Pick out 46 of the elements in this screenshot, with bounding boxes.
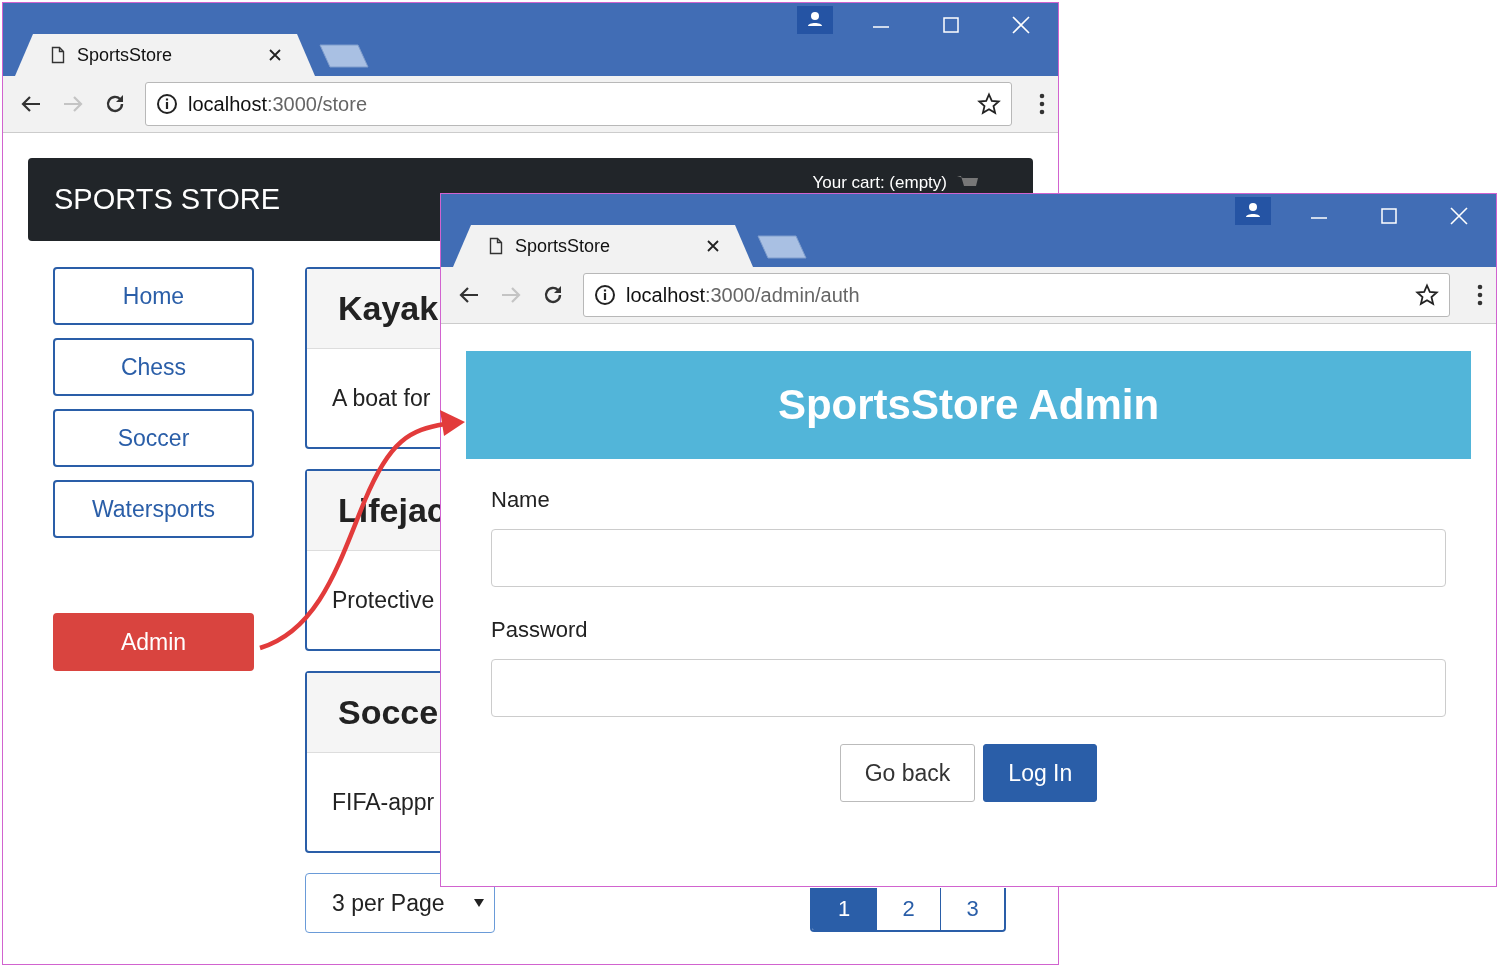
menu-icon[interactable] xyxy=(1038,92,1046,116)
category-button[interactable]: Soccer xyxy=(53,409,254,467)
profile-icon[interactable] xyxy=(797,6,833,34)
category-button[interactable]: Admin xyxy=(53,613,254,671)
new-tab-button[interactable] xyxy=(319,44,369,68)
form-button[interactable]: Log In xyxy=(983,744,1098,802)
product-description: A boat for xyxy=(332,384,431,412)
cart-summary: Your cart: (empty) xyxy=(812,173,947,193)
dropdown-icon xyxy=(474,899,484,907)
browser-tab[interactable]: SportsStore xyxy=(15,34,315,76)
address-bar[interactable]: localhost:3000/store xyxy=(145,82,1012,126)
page-button[interactable]: 3 xyxy=(940,888,1004,930)
category-button[interactable]: Home xyxy=(53,267,254,325)
menu-icon[interactable] xyxy=(1476,283,1484,307)
maximize-icon[interactable] xyxy=(941,15,961,35)
tab-title: SportsStore xyxy=(77,44,174,66)
page-button[interactable]: 1 xyxy=(812,888,876,930)
url-text: localhost:3000/store xyxy=(188,92,367,116)
page-icon xyxy=(489,237,503,255)
profile-icon[interactable] xyxy=(1235,197,1271,225)
field-label: Password xyxy=(491,617,589,643)
product-name: Kayak xyxy=(338,289,439,328)
category-button[interactable]: Chess xyxy=(53,338,254,396)
category-button[interactable]: Watersports xyxy=(53,480,254,538)
url-text: localhost:3000/admin/auth xyxy=(626,283,860,307)
address-bar[interactable]: localhost:3000/admin/auth xyxy=(583,273,1450,317)
star-icon[interactable] xyxy=(977,92,1001,116)
close-icon[interactable] xyxy=(269,49,281,61)
info-icon[interactable] xyxy=(594,284,616,306)
product-description: FIFA-appr xyxy=(332,788,435,816)
product-description: Protective xyxy=(332,586,435,614)
info-icon[interactable] xyxy=(156,93,178,115)
input-field[interactable] xyxy=(491,529,1446,587)
tab-title: SportsStore xyxy=(515,235,612,257)
star-icon[interactable] xyxy=(1415,283,1439,307)
maximize-icon[interactable] xyxy=(1379,206,1399,226)
browser-tab[interactable]: SportsStore xyxy=(453,225,753,267)
close-icon[interactable] xyxy=(707,240,719,252)
product-name: Socce xyxy=(338,693,439,732)
input-field[interactable] xyxy=(491,659,1446,717)
brand-title[interactable]: SPORTS STORE xyxy=(54,183,281,216)
field-label: Name xyxy=(491,487,551,513)
form-button[interactable]: Go back xyxy=(839,744,976,802)
admin-title: SportsStore Admin xyxy=(777,381,1160,429)
new-tab-button[interactable] xyxy=(757,235,807,259)
page-icon xyxy=(51,46,65,64)
